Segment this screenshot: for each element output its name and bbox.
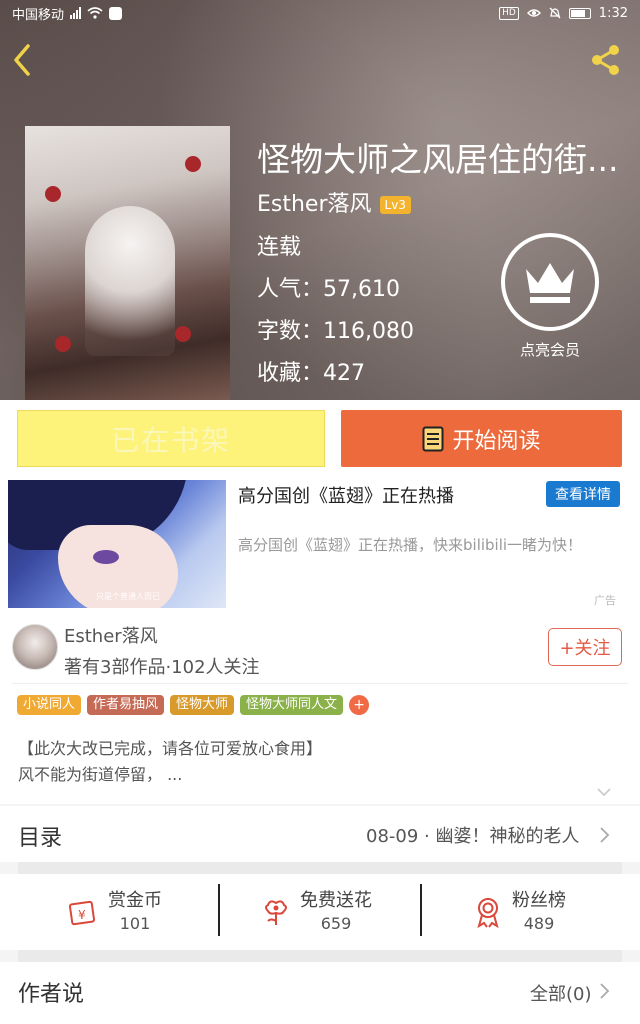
- vip-label: 点亮会员: [519, 341, 580, 359]
- wifi-icon: [87, 7, 103, 19]
- follow-button[interactable]: +关注: [548, 628, 622, 666]
- ad-title[interactable]: 高分国创《蓝翅》正在热播: [238, 482, 454, 508]
- author-stats: 著有3部作品·102人关注: [64, 657, 260, 678]
- app-notification-icon: [109, 6, 123, 20]
- divider: [218, 884, 220, 936]
- view-details-button[interactable]: 查看详情: [546, 481, 620, 507]
- crown-icon: [526, 263, 574, 303]
- favorites-stat: 收藏：427: [257, 361, 365, 386]
- fan-ranking-button[interactable]: 粉丝榜 489: [474, 884, 566, 940]
- book-title: 怪物大师之风居住的街...: [257, 140, 619, 179]
- vip-button[interactable]: 点亮会员: [500, 233, 600, 360]
- chevron-right-icon: [600, 827, 610, 843]
- section-divider: [18, 950, 622, 962]
- gift-value: 489: [523, 914, 555, 933]
- ad-label: 广告: [594, 594, 616, 607]
- in-shelf-button[interactable]: 已在书架: [17, 410, 325, 467]
- book-author[interactable]: Esther落风: [257, 190, 372, 220]
- divider: [420, 884, 422, 936]
- tag-list: 小说同人 作者易抽风 怪物大师 怪物大师同人文 +: [17, 695, 370, 715]
- start-reading-label: 开始阅读: [452, 428, 541, 454]
- signal-icon: [70, 7, 82, 19]
- flower-icon: [265, 900, 287, 925]
- tag-item[interactable]: 小说同人: [17, 695, 82, 715]
- book-cover[interactable]: [25, 126, 230, 400]
- carrier-label: 中国移动: [12, 7, 65, 23]
- description-line: 风不能为街道停留， ...: [18, 765, 183, 784]
- latest-chapter[interactable]: 08-09 · 幽婆！神秘的老人: [366, 822, 579, 848]
- section-divider: [18, 862, 622, 874]
- author-name[interactable]: Esther落风: [64, 622, 158, 648]
- level-badge: Lv3: [379, 196, 411, 214]
- ad-image-caption: 只是个普通人而已: [96, 592, 160, 601]
- tag-item[interactable]: 怪物大师: [170, 695, 235, 715]
- action-bar: 已在书架 开始阅读: [0, 400, 640, 480]
- gift-label: 免费送花: [300, 890, 372, 911]
- gift-value: 659: [320, 914, 352, 933]
- hd-icon: HD: [499, 6, 519, 20]
- tag-item[interactable]: 怪物大师同人文: [240, 695, 344, 715]
- avatar[interactable]: [12, 624, 58, 670]
- medal-icon: [477, 898, 499, 928]
- chevron-down-icon[interactable]: [596, 786, 612, 798]
- gift-label: 粉丝榜: [512, 890, 566, 911]
- share-icon[interactable]: [588, 42, 624, 78]
- ad-description: 高分国创《蓝翅》正在热播，快来bilibili一睹为快！: [238, 536, 583, 554]
- divider: [12, 683, 628, 684]
- book-description[interactable]: 【此次大改已完成，请各位可爱放心食用】 风不能为街道停留， ...: [18, 736, 322, 788]
- start-reading-button[interactable]: 开始阅读: [341, 410, 622, 467]
- catalog-label: 目录: [18, 826, 63, 851]
- mute-icon: [549, 7, 561, 19]
- send-flower-button[interactable]: 免费送花 659: [262, 884, 372, 940]
- ad-image[interactable]: 只是个普通人而已: [8, 480, 226, 608]
- author-talk-label: 作者说: [18, 982, 85, 1007]
- back-arrow-icon[interactable]: [8, 40, 38, 80]
- gift-label: 赏金币: [108, 890, 162, 911]
- gift-value: 101: [119, 914, 151, 933]
- author-talk-all[interactable]: 全部(0): [530, 980, 592, 1006]
- clock: 1:32: [598, 5, 628, 21]
- eye-icon: [526, 9, 541, 17]
- book-icon: [422, 426, 444, 451]
- add-tag-icon[interactable]: +: [349, 695, 370, 715]
- svg-text:¥: ¥: [78, 908, 86, 922]
- status-bar: 中国移动 HD 1:32: [0, 0, 640, 26]
- battery-icon: [568, 7, 591, 19]
- tag-item[interactable]: 作者易抽风: [87, 695, 165, 715]
- chevron-right-icon: [600, 983, 610, 999]
- coin-ticket-icon: ¥: [68, 900, 96, 926]
- reward-coins-button[interactable]: ¥ 赏金币 101: [68, 884, 162, 940]
- cover-illustration: [85, 206, 175, 356]
- description-line: 【此次大改已完成，请各位可爱放心食用】: [18, 739, 323, 758]
